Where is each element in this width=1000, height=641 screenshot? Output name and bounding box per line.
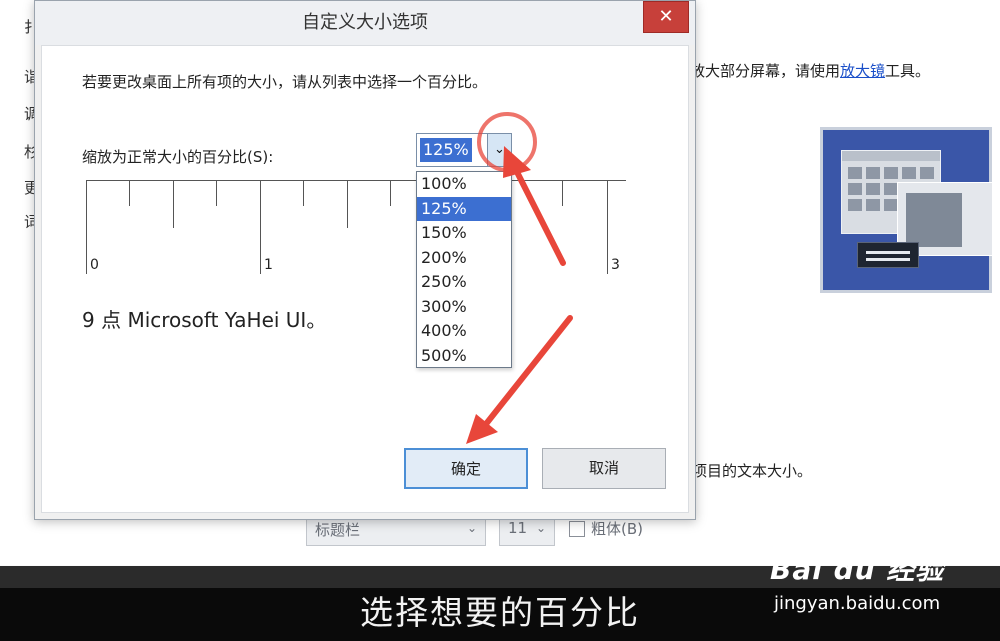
ruler-tick bbox=[86, 180, 87, 274]
ruler-label: 0 bbox=[90, 257, 99, 273]
ruler-tick bbox=[216, 180, 217, 206]
magnifier-link[interactable]: 放大镜 bbox=[840, 62, 885, 80]
ruler-baseline bbox=[86, 180, 626, 181]
dropdown-option-400[interactable]: 400% bbox=[417, 319, 511, 344]
dropdown-option-250[interactable]: 250% bbox=[417, 270, 511, 295]
close-button[interactable]: ✕ bbox=[643, 1, 689, 33]
dropdown-option-100[interactable]: 100% bbox=[417, 172, 511, 197]
chevron-down-icon: ⌄ bbox=[466, 521, 477, 535]
ruler-label: 1 bbox=[264, 257, 273, 273]
magnifier-hint: 放大部分屏幕，请使用放大镜工具。 bbox=[690, 60, 930, 81]
ruler-tick bbox=[173, 180, 174, 228]
font-size-select-value: 11 bbox=[508, 519, 528, 537]
preview-taskbar bbox=[857, 242, 919, 268]
ruler-tick bbox=[607, 180, 608, 274]
dropdown-option-125[interactable]: 125% bbox=[417, 196, 511, 221]
font-sample-text: 9 点 Microsoft YaHei UI。 bbox=[82, 308, 327, 332]
chevron-down-icon: ⌄ bbox=[535, 521, 546, 535]
close-icon: ✕ bbox=[658, 6, 674, 27]
ruler-label: 3 bbox=[611, 257, 620, 273]
scale-percent-value[interactable]: 125% bbox=[420, 138, 472, 162]
scale-percent-label: 缩放为正常大小的百分比(S): bbox=[82, 148, 274, 166]
ruler-tick bbox=[562, 180, 563, 206]
ruler-tick bbox=[129, 180, 130, 206]
chevron-down-icon[interactable]: ⌄ bbox=[487, 134, 511, 166]
custom-size-dialog: 自定义大小选项 ✕ 若要更改桌面上所有项的大小，请从列表中选择一个百分比。 缩放… bbox=[34, 0, 696, 520]
dropdown-option-500[interactable]: 500% bbox=[417, 344, 511, 369]
scale-ruler[interactable]: 0 1 3 bbox=[86, 178, 626, 278]
bold-checkbox[interactable] bbox=[569, 521, 585, 537]
dropdown-option-300[interactable]: 300% bbox=[417, 295, 511, 320]
instruction-text: 若要更改桌面上所有项的大小，请从列表中选择一个百分比。 bbox=[82, 73, 488, 91]
watermark-url: jingyan.baidu.com bbox=[774, 593, 941, 614]
ruler-tick bbox=[260, 180, 261, 274]
ruler-tick bbox=[303, 180, 304, 206]
magnifier-hint-suffix: 工具。 bbox=[885, 62, 931, 80]
dropdown-option-150[interactable]: 150% bbox=[417, 221, 511, 246]
text-size-hint: 项目的文本大小。 bbox=[692, 462, 813, 480]
cancel-button[interactable]: 取消 bbox=[542, 448, 666, 489]
magnifier-hint-prefix: 放大部分屏幕，请使用 bbox=[690, 62, 841, 80]
scale-percent-combobox[interactable]: 125% ⌄ bbox=[416, 133, 512, 167]
baidu-jingyan-watermark: Bai du 经验 jingyan.baidu.com bbox=[770, 548, 992, 618]
display-preview-image bbox=[820, 127, 993, 293]
ruler-tick bbox=[390, 180, 391, 206]
watermark-brand: Bai du 经验 bbox=[770, 553, 945, 586]
dialog-body: 若要更改桌面上所有项的大小，请从列表中选择一个百分比。 缩放为正常大小的百分比(… bbox=[41, 45, 689, 513]
bold-checkbox-label: 粗体(B) bbox=[591, 520, 643, 538]
scale-percent-dropdown: 100% 125% 150% 200% 250% 300% 400% 500% bbox=[416, 171, 512, 368]
dialog-title: 自定义大小选项 bbox=[35, 1, 695, 45]
title-bar-select-value: 标题栏 bbox=[315, 521, 361, 539]
ruler-tick bbox=[347, 180, 348, 228]
ok-button[interactable]: 确定 bbox=[404, 448, 528, 489]
dropdown-option-200[interactable]: 200% bbox=[417, 246, 511, 271]
